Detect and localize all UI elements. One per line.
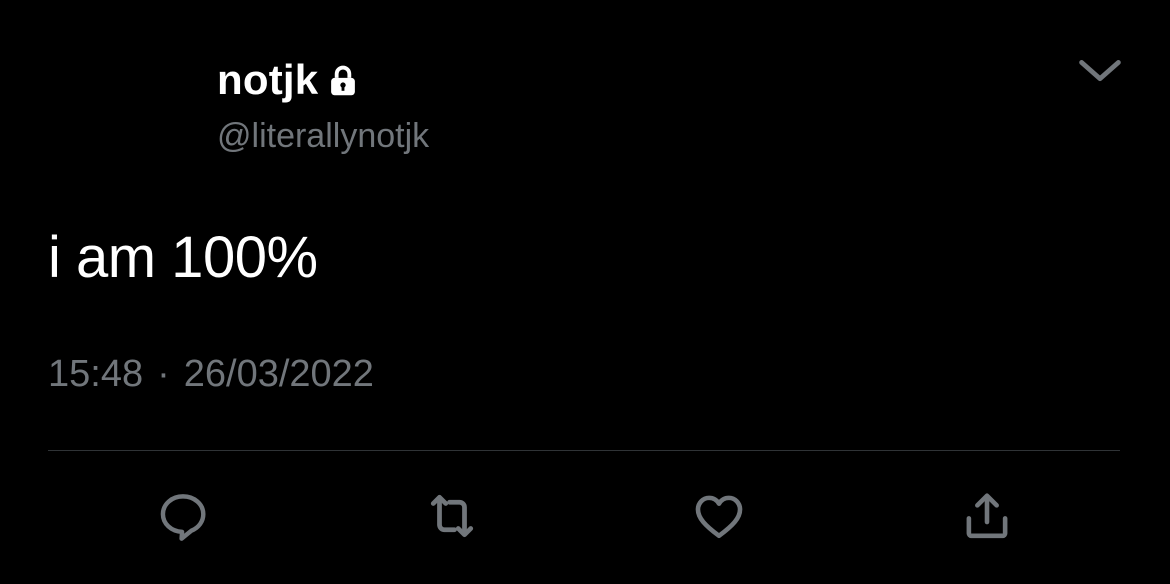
like-button[interactable] [689,486,749,546]
share-button[interactable] [957,486,1017,546]
tweet-time: 15:48 [48,353,144,395]
lock-icon [324,62,362,100]
timestamp-separator: · [157,353,170,395]
heart-icon [690,487,748,545]
tweet-date: 26/03/2022 [183,353,374,395]
tweet-timestamp[interactable]: 15:48 · 26/03/2022 [48,348,374,400]
more-options-button[interactable] [1072,44,1128,100]
share-icon [958,487,1016,545]
retweet-button[interactable] [422,486,482,546]
tweet-text: i am 100% [48,225,318,290]
chevron-down-icon [1074,44,1126,101]
display-name[interactable]: notjk [217,52,318,108]
reply-button[interactable] [153,486,213,546]
tweet-card: notjk @literallynotjk i am 100% 15:48 · … [0,0,1170,584]
reply-icon [155,488,211,544]
user-handle[interactable]: @literallynotjk [217,114,429,158]
author-name-row: notjk [217,52,362,108]
retweet-icon [422,486,482,546]
avatar[interactable] [48,52,188,162]
divider [48,450,1120,451]
